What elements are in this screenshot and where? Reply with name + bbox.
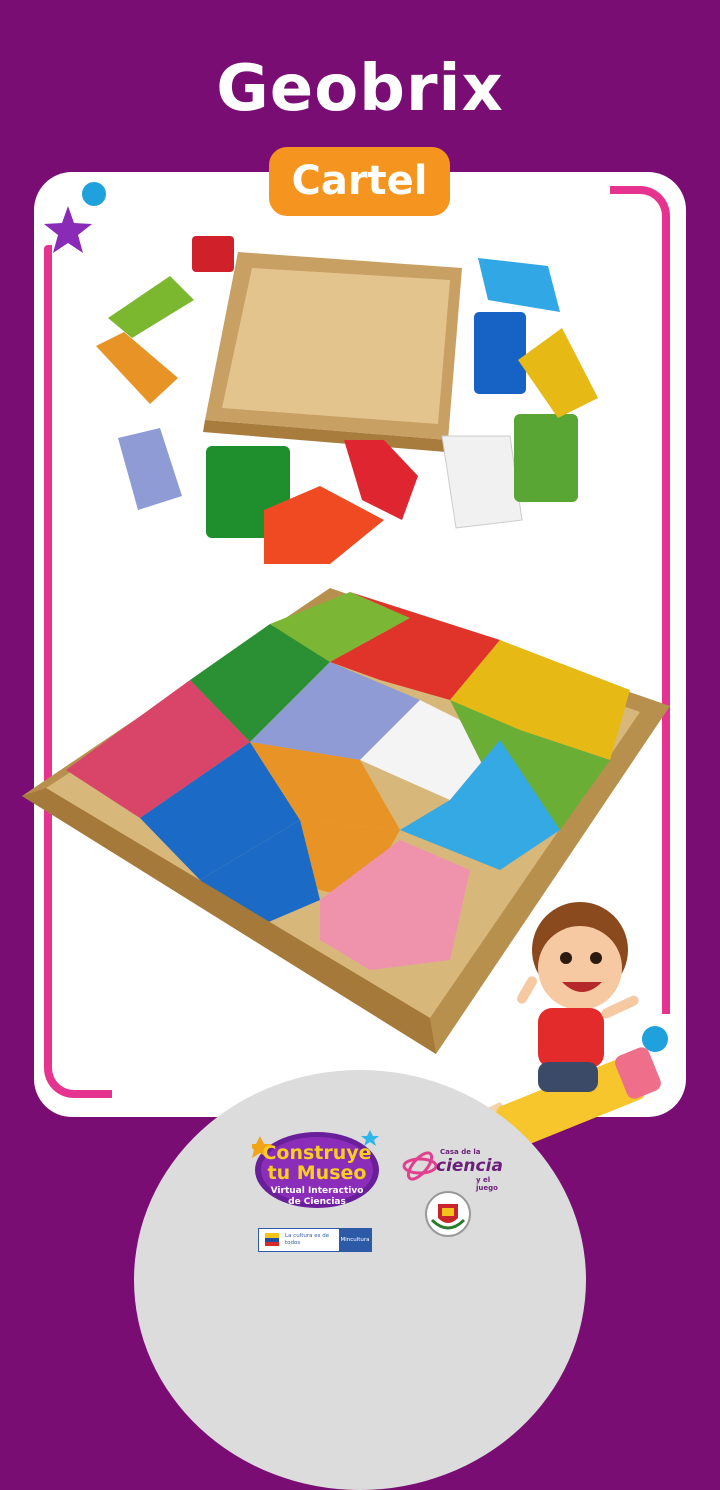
white-piece: [441, 435, 523, 529]
green-piece: [108, 276, 194, 338]
red-piece: [192, 236, 234, 272]
logo-text: Construye: [262, 1142, 372, 1164]
municipal-seal-icon: [425, 1191, 471, 1237]
logo-text: Mincultura: [339, 1229, 371, 1251]
logo-text: Casa de la: [440, 1148, 481, 1156]
yellow-piece: [518, 328, 598, 418]
blue-piece: [478, 258, 560, 312]
green-piece: [514, 414, 578, 502]
orange-piece: [96, 332, 178, 404]
logo-text: Virtual Interactivo: [270, 1186, 364, 1196]
logo-text: La cultura es de todos: [285, 1233, 330, 1246]
logo-text: tu Museo: [267, 1162, 367, 1184]
casa-de-la-ciencia-logo: Casa de la ciencia y el juego: [402, 1148, 510, 1192]
empty-wooden-tray: [203, 252, 462, 452]
lavender-piece: [118, 428, 182, 510]
logo-text: de Ciencias: [288, 1197, 346, 1207]
logo-text: y el juego: [476, 1176, 498, 1192]
blue-piece: [474, 312, 526, 394]
logo-text: ciencia: [436, 1156, 503, 1176]
construye-tu-museo-logo: Construye tu Museo Virtual Interactivo d…: [252, 1122, 382, 1210]
mincultura-logo: La cultura es de todos Mincultura: [258, 1228, 372, 1252]
